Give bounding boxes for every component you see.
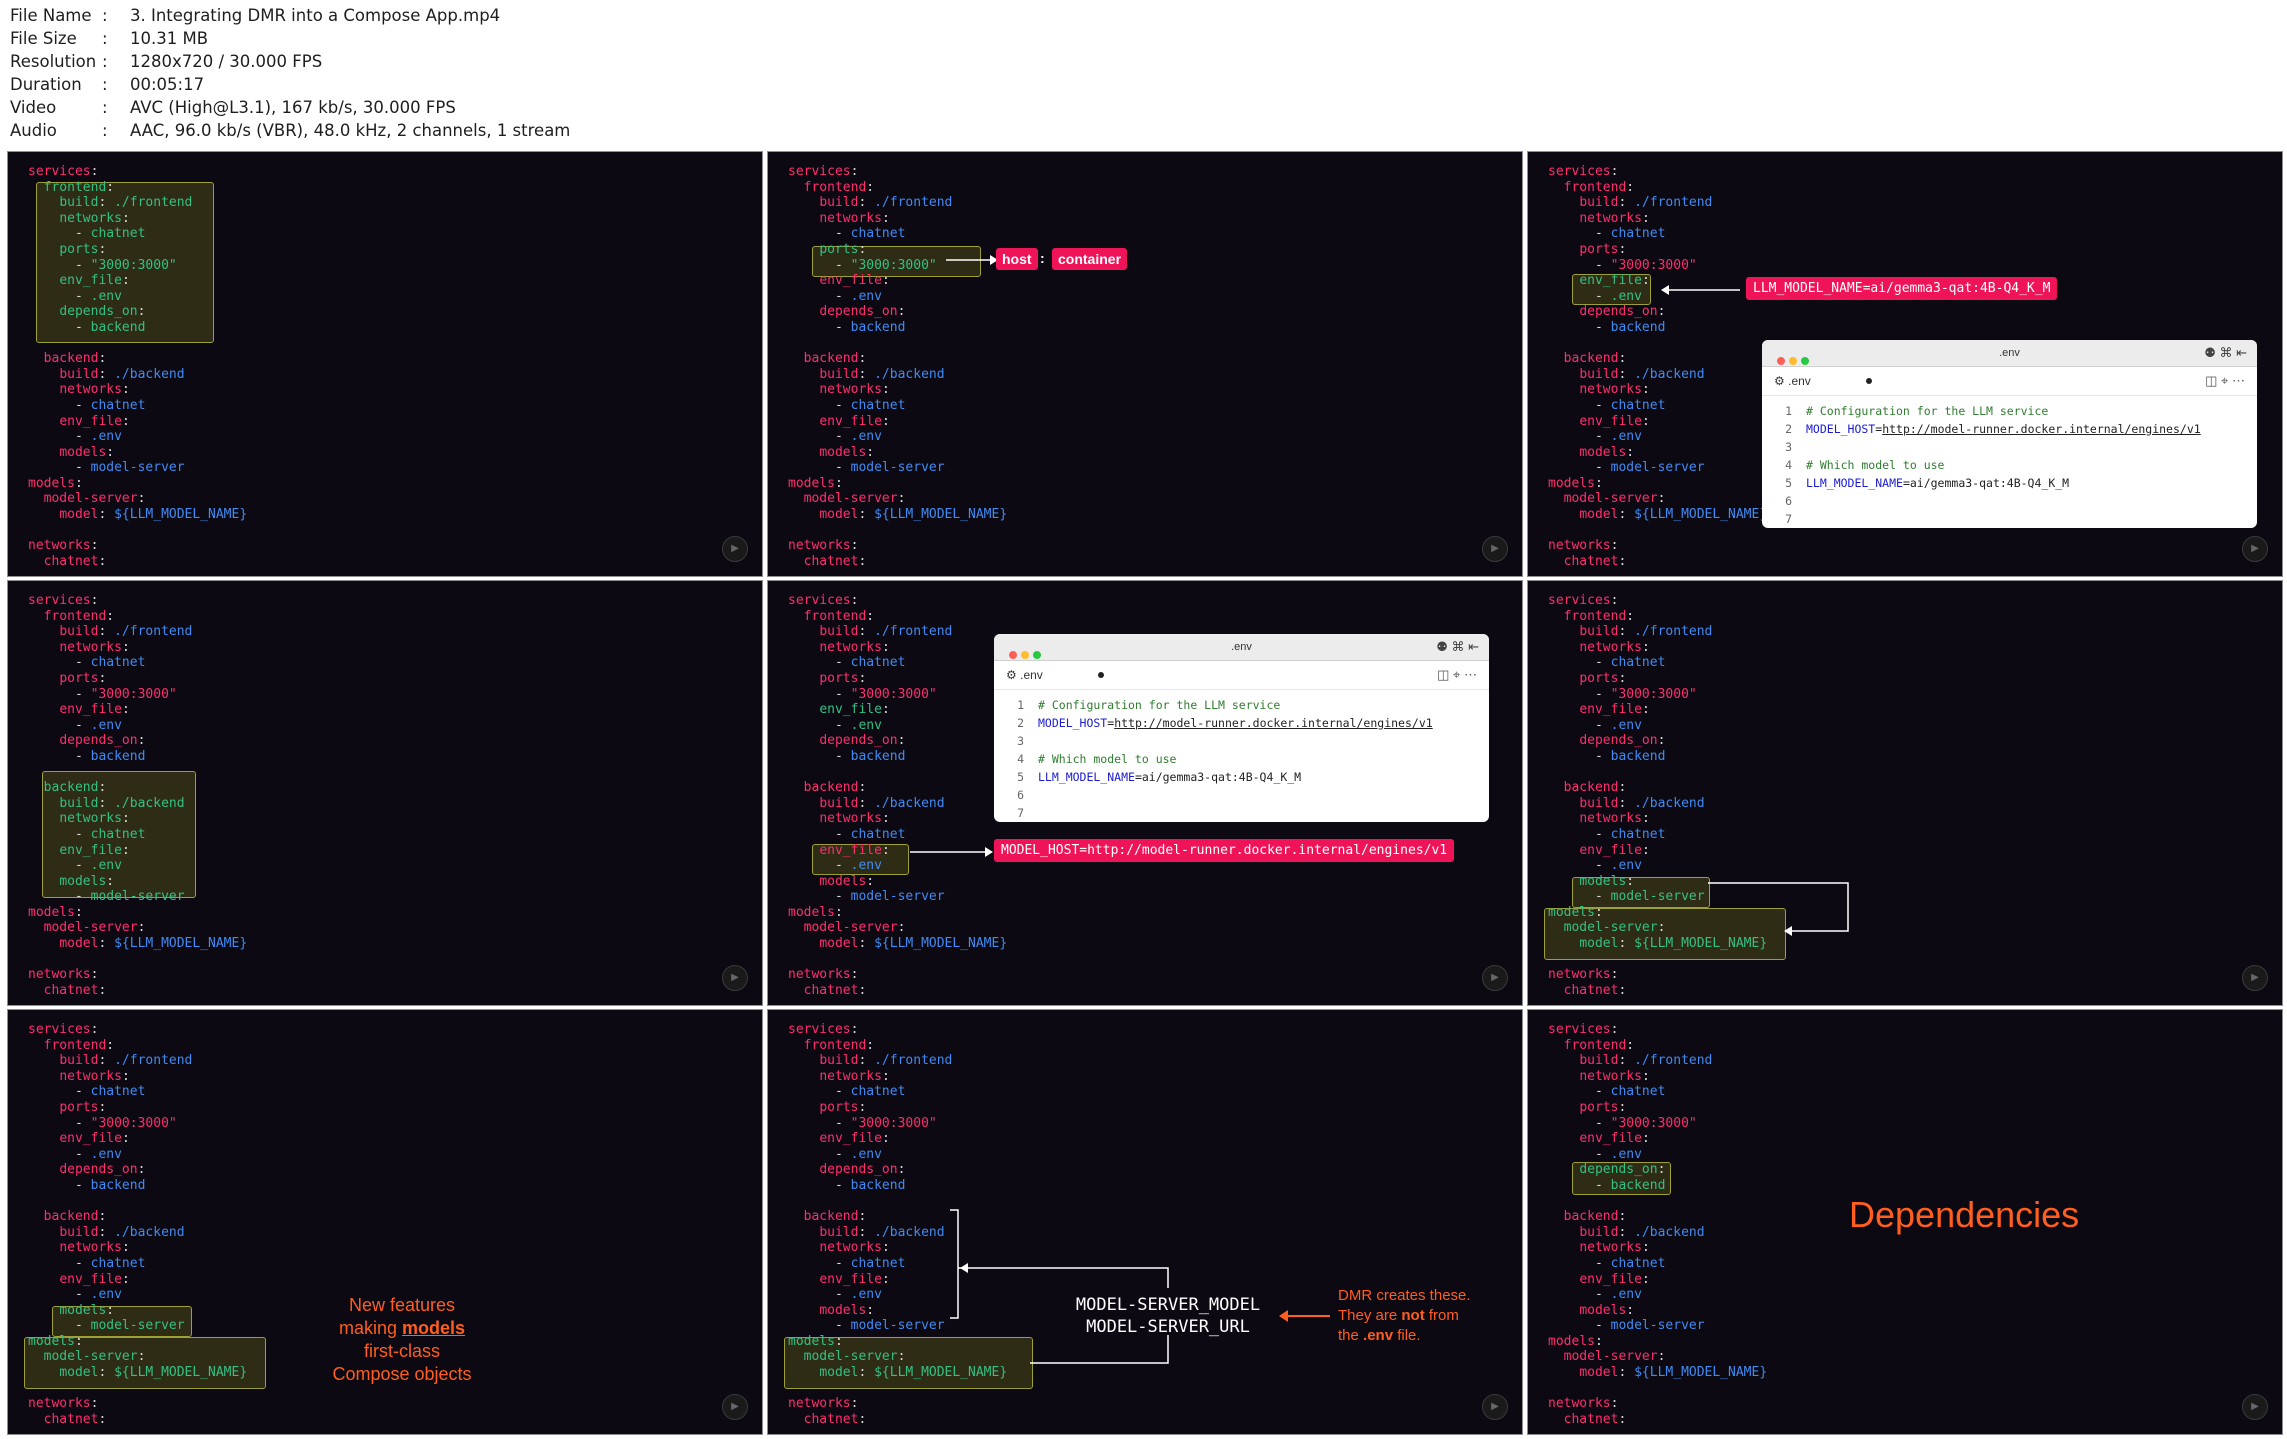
window-controls[interactable]: [1002, 643, 1052, 659]
window-titlebar: .env ⚉ ⌘ ⇤: [1762, 340, 2257, 367]
model-host-tag: MODEL_HOST=http://model-runner.docker.in…: [994, 839, 1455, 862]
tab-label: .env: [1020, 668, 1043, 682]
gear-icon: ⚙: [1774, 374, 1785, 388]
split-icon[interactable]: ◫: [1437, 667, 1449, 682]
new-features-text: New features making models first-class Comp…: [332, 1295, 472, 1384]
arrowhead: [1661, 285, 1669, 295]
editor-tab[interactable]: ⚙ .env ◫ ⌖ ⋯: [994, 661, 1489, 690]
unsaved-dot: [1098, 672, 1104, 678]
host-tag: host: [996, 248, 1038, 270]
window-title: .env: [1999, 347, 2020, 359]
more-icon[interactable]: ⋯: [2232, 373, 2245, 388]
split-icon[interactable]: ◫: [2205, 373, 2217, 388]
backend-bracket: [950, 1209, 959, 1319]
gear-icon: ⚙: [1006, 668, 1017, 682]
models-link-line: [1708, 882, 1849, 932]
window-controls[interactable]: [1770, 349, 1820, 365]
lock-icon[interactable]: ⌖: [2221, 373, 2228, 388]
unsaved-dot: [1866, 378, 1872, 384]
env-code[interactable]: 1 # Configuration for the LLM service 2 MO…: [1762, 396, 2257, 528]
window-titlebar: .env ⚉ ⌘ ⇤: [994, 634, 1489, 661]
tab-label: .env: [1788, 374, 1811, 388]
more-icon[interactable]: ⋯: [1464, 667, 1477, 682]
copilot-icon[interactable]: ⚉: [1436, 639, 1448, 654]
env-var-line-top: [958, 1267, 1169, 1288]
env-editor-window: .env ⚉ ⌘ ⇤ ⚙ .env ◫ ⌖ ⋯ 1 # Configuration for…: [1762, 340, 2257, 528]
editor-tab[interactable]: ⚙ .env ◫ ⌖ ⋯: [1762, 367, 2257, 396]
split-icon[interactable]: ⇤: [2236, 345, 2247, 360]
layout-icon[interactable]: ⌘: [1451, 639, 1464, 654]
window-title: .env: [1231, 641, 1252, 653]
split-icon[interactable]: ⇤: [1468, 639, 1479, 654]
copilot-icon[interactable]: ⚉: [2204, 345, 2216, 360]
arrowhead: [1279, 1310, 1288, 1322]
arrowhead: [1784, 926, 1792, 936]
dmr-note: DMR creates these. They are not from the .…: [1338, 1287, 1471, 1344]
layout-icon[interactable]: ⌘: [2219, 345, 2232, 360]
env-code[interactable]: 1 # Configuration for the LLM service 2 MO…: [994, 690, 1489, 822]
arrowhead: [985, 847, 993, 857]
lock-icon[interactable]: ⌖: [1453, 667, 1460, 682]
container-tag: container: [1052, 248, 1128, 270]
env-var-line-bottom: [1030, 1335, 1169, 1364]
port-colon: :: [1040, 250, 1045, 266]
arrowhead: [960, 1263, 968, 1273]
dmr-env-vars: MODEL-SERVER_MODEL MODEL-SERVER_URL: [1075, 1295, 1261, 1337]
llm-model-tag: LLM_MODEL_NAME=ai/gemma3-qat:4B-Q4_K_M: [1746, 277, 2058, 300]
dependencies-title: Dependencies: [1849, 1194, 2080, 1235]
env-editor-window: .env ⚉ ⌘ ⇤ ⚙ .env ◫ ⌖ ⋯ 1 # Configuration for…: [994, 634, 1489, 822]
